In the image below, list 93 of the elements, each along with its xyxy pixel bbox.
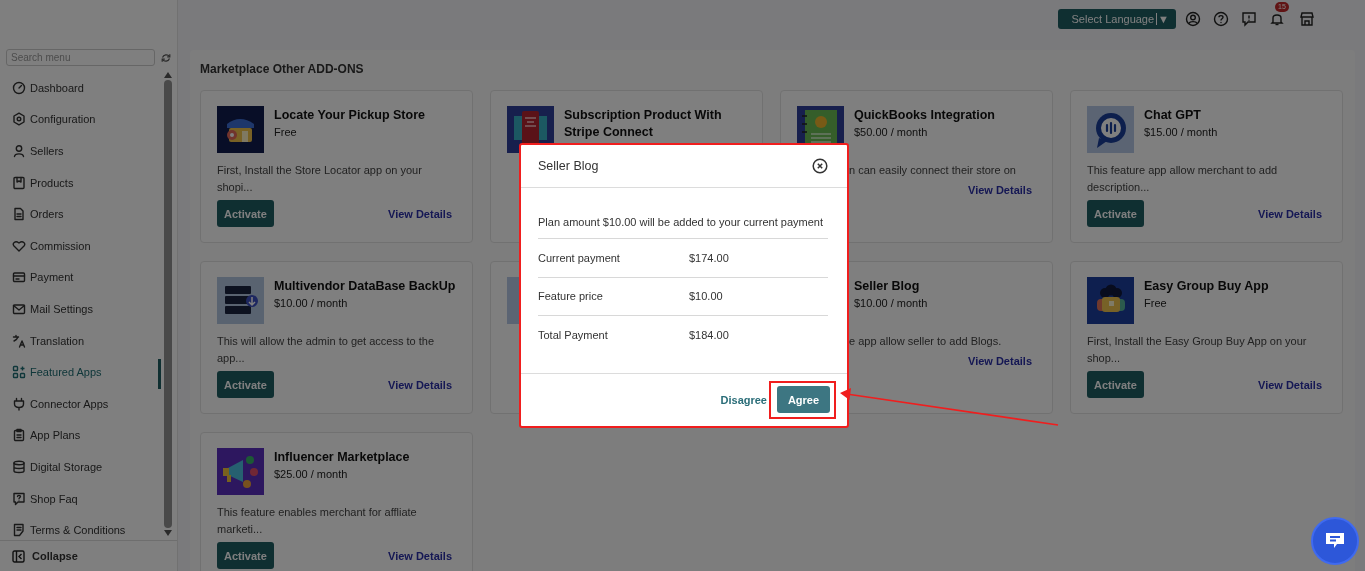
scroll-up-icon <box>164 72 172 78</box>
view-details-link[interactable]: View Details <box>1258 207 1322 220</box>
sidebar-item[interactable]: Shop Faq <box>12 482 163 515</box>
user-icon <box>1185 11 1201 27</box>
language-select[interactable]: Select Language ▼ <box>1057 9 1176 29</box>
app-title: Seller Blog <box>854 278 921 295</box>
app-price: $50.00 / month <box>854 125 929 140</box>
sidebar-item[interactable]: Translation <box>12 324 163 357</box>
payment-label: Feature price <box>538 290 604 303</box>
people-icon <box>1087 277 1134 324</box>
app-price: Free <box>1144 296 1168 311</box>
database-icon <box>12 459 26 474</box>
chat-bubble-icon <box>1087 106 1134 153</box>
feedback-icon <box>1241 11 1257 27</box>
app-title: Easy Group Buy App <box>1144 278 1269 295</box>
store-icon <box>1299 11 1315 27</box>
scroll-down-icon <box>164 530 172 536</box>
payment-label: Current payment <box>538 251 621 264</box>
activate-button[interactable]: Activate <box>1087 371 1144 398</box>
hexagon-icon <box>12 112 26 127</box>
card-icon <box>12 270 26 285</box>
help-bubble-icon <box>12 491 26 506</box>
app-price: $25.00 / month <box>274 467 349 482</box>
dialog-message: Plan amount $10.00 will be added to your current payment <box>538 216 828 239</box>
scrollbar-thumb[interactable] <box>164 80 172 528</box>
activate-button[interactable]: Activate <box>217 542 274 569</box>
dialog-title: Seller Blog <box>538 159 599 173</box>
view-details-link[interactable]: View Details <box>968 183 1032 196</box>
app-description: n can easily connect their store on <box>849 163 1017 178</box>
bell-icon <box>1269 11 1285 27</box>
document-icon <box>12 523 26 538</box>
clipboard-icon <box>12 428 26 443</box>
app-title: Subscription Product With Stripe Connect <box>564 107 723 141</box>
app-description: This feature app allow merchant to add description... <box>1087 163 1279 195</box>
app-description: e app allow seller to add Blogs. <box>849 334 1003 349</box>
app-description: First, Install the Store Locator app on your shopi... <box>217 163 423 195</box>
app-title: Chat GPT <box>1144 107 1202 124</box>
mail-icon <box>12 301 26 316</box>
disagree-button[interactable]: Disagree <box>720 394 767 406</box>
payment-value: $184.00 <box>689 328 729 341</box>
view-details-link[interactable]: View Details <box>388 549 452 562</box>
app-price: $10.00 / month <box>274 296 349 311</box>
app-description: This will allow the admin to get access to the app... <box>217 334 436 366</box>
app-description: This feature enables merchant for affliate marketi... <box>217 505 418 537</box>
store-icon <box>217 106 264 153</box>
help-icon <box>1213 11 1229 27</box>
sidebar-item[interactable]: Payment <box>12 261 163 294</box>
collapse-icon <box>12 549 25 563</box>
sidebar-item[interactable]: Configuration <box>12 103 163 136</box>
translate-icon <box>12 333 26 348</box>
apps-grid-icon <box>12 365 26 380</box>
book-icon <box>12 175 26 190</box>
activate-button[interactable]: Activate <box>1087 200 1144 227</box>
document-icon <box>12 207 26 222</box>
app-description: First, Install the Easy Group Buy App on your shop... <box>1087 334 1308 366</box>
app-title: QuickBooks Integration <box>854 107 995 124</box>
sidebar-item[interactable]: Digital Storage <box>12 451 163 483</box>
megaphone-icon <box>217 448 264 495</box>
view-details-link[interactable]: View Details <box>968 354 1032 367</box>
app-title: Locate Your Pickup Store <box>274 107 425 124</box>
heart-icon <box>12 238 26 253</box>
user-icon <box>12 144 26 158</box>
activate-button[interactable]: Activate <box>217 200 274 227</box>
refresh-icon <box>161 52 171 63</box>
payment-value: $10.00 <box>689 290 723 303</box>
app-title: Multivendor DataBase BackUp <box>274 278 456 295</box>
view-details-link[interactable]: View Details <box>388 378 452 391</box>
sidebar-item[interactable]: Connector Apps <box>12 387 163 420</box>
app-price: Free <box>274 125 298 140</box>
view-details-link[interactable]: View Details <box>388 207 452 220</box>
sidebar-item[interactable]: Orders <box>12 198 163 230</box>
collapse-button[interactable]: Collapse <box>0 540 177 571</box>
section-title: Marketplace Other ADD-ONS <box>200 62 365 76</box>
payment-label: Total Payment <box>538 328 609 341</box>
sidebar-item[interactable]: Commission <box>12 229 163 262</box>
payment-value: $174.00 <box>689 251 729 264</box>
plug-icon <box>12 396 26 411</box>
app-price: $10.00 / month <box>854 296 928 311</box>
sidebar-item[interactable]: App Plans <box>12 419 163 452</box>
sidebar-item[interactable]: Sellers <box>12 135 163 167</box>
agree-button[interactable]: Agree <box>777 386 830 413</box>
selection-indicator <box>158 359 161 389</box>
close-icon[interactable] <box>812 158 828 174</box>
sidebar-item[interactable]: Featured Apps <box>12 356 163 388</box>
gauge-icon <box>12 80 26 95</box>
activate-button[interactable]: Activate <box>217 371 274 398</box>
sidebar-item[interactable]: Dashboard <box>12 72 163 104</box>
sidebar-item[interactable]: Products <box>12 166 163 199</box>
app-title: Influencer Marketplace <box>274 449 410 466</box>
sidebar-item[interactable]: Mail Settings <box>12 293 163 325</box>
app-price: $15.00 / month <box>1144 125 1218 140</box>
server-icon <box>217 277 264 324</box>
view-details-link[interactable]: View Details <box>1258 378 1322 391</box>
